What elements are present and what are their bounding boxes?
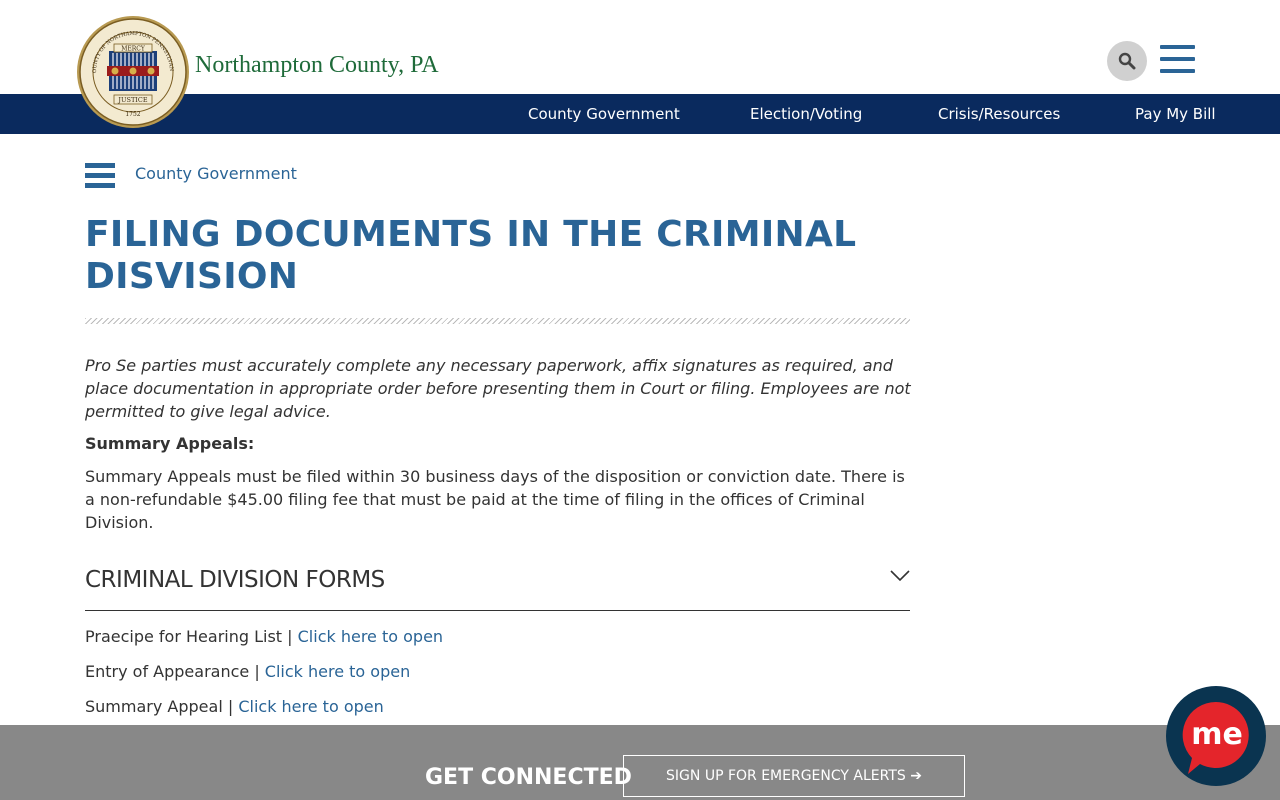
form-item: Summary Appeal | Click here to open xyxy=(85,697,384,716)
nav-crisis-resources[interactable]: Crisis/Resources xyxy=(938,94,1060,134)
seal-mercy-text: MERCY xyxy=(121,46,146,53)
menu-bar xyxy=(85,173,115,178)
search-button[interactable] xyxy=(1107,41,1147,81)
menu-bar xyxy=(85,163,115,168)
site-name[interactable]: Northampton County, PA xyxy=(195,52,439,79)
form-name: Summary Appeal xyxy=(85,697,223,716)
section-menu-button[interactable] xyxy=(85,163,115,189)
main-nav: County Government Election/Voting Crisis… xyxy=(0,94,1280,134)
form-open-link[interactable]: Click here to open xyxy=(298,627,443,646)
summary-appeals-text: Summary Appeals must be filed within 30 … xyxy=(85,467,905,532)
seal-justice-text: JUSTICE xyxy=(117,96,147,104)
summary-appeals-heading: Summary Appeals: xyxy=(85,434,255,453)
emergency-alerts-button[interactable]: SIGN UP FOR EMERGENCY ALERTS ➔ xyxy=(623,755,965,797)
criminal-forms-accordion[interactable]: CRIMINAL DIVISION FORMS xyxy=(85,565,910,611)
form-separator: | xyxy=(222,697,239,716)
intro-paragraph: Pro Se parties must accurately complete … xyxy=(85,356,911,421)
nav-county-government[interactable]: County Government xyxy=(528,94,680,134)
page-title: FILING DOCUMENTS IN THE CRIMINAL DISVISI… xyxy=(85,214,857,297)
site-header: Northampton County, PA xyxy=(0,0,1280,94)
form-item: Entry of Appearance | Click here to open xyxy=(85,662,410,681)
form-separator: | xyxy=(282,627,298,646)
chat-badge-label: me xyxy=(1191,717,1243,752)
chat-widget-button[interactable]: me xyxy=(1166,686,1266,786)
hamburger-bar xyxy=(1160,45,1195,49)
hamburger-bar xyxy=(1160,57,1195,61)
page-content: Pro Se parties must accurately complete … xyxy=(85,354,915,534)
main-menu-button[interactable] xyxy=(1160,45,1195,73)
chevron-down-icon xyxy=(890,570,910,582)
form-item: Praecipe for Hearing List | Click here t… xyxy=(85,627,443,646)
form-name: Praecipe for Hearing List xyxy=(85,627,283,646)
title-divider xyxy=(85,318,910,324)
form-open-link[interactable]: Click here to open xyxy=(265,662,410,681)
form-separator: | xyxy=(249,662,265,681)
hamburger-bar xyxy=(1160,69,1195,73)
seal-year-text: 1752 xyxy=(125,111,140,118)
search-icon xyxy=(1118,52,1136,70)
menu-bar xyxy=(85,183,115,188)
form-open-link[interactable]: Click here to open xyxy=(238,697,383,716)
nav-pay-my-bill[interactable]: Pay My Bill xyxy=(1135,94,1216,134)
county-seal-logo[interactable]: COUNTY OF NORTHAMPTON PENNSYLVANIA MERCY… xyxy=(73,11,190,129)
accordion-title: CRIMINAL DIVISION FORMS xyxy=(85,567,385,593)
nav-election-voting[interactable]: Election/Voting xyxy=(750,94,862,134)
form-name: Entry of Appearance xyxy=(85,662,250,681)
get-connected-bar: GET CONNECTED SIGN UP FOR EMERGENCY ALER… xyxy=(0,725,1280,800)
get-connected-label: GET CONNECTED xyxy=(425,765,632,790)
breadcrumb-county-government[interactable]: County Government xyxy=(135,164,297,183)
